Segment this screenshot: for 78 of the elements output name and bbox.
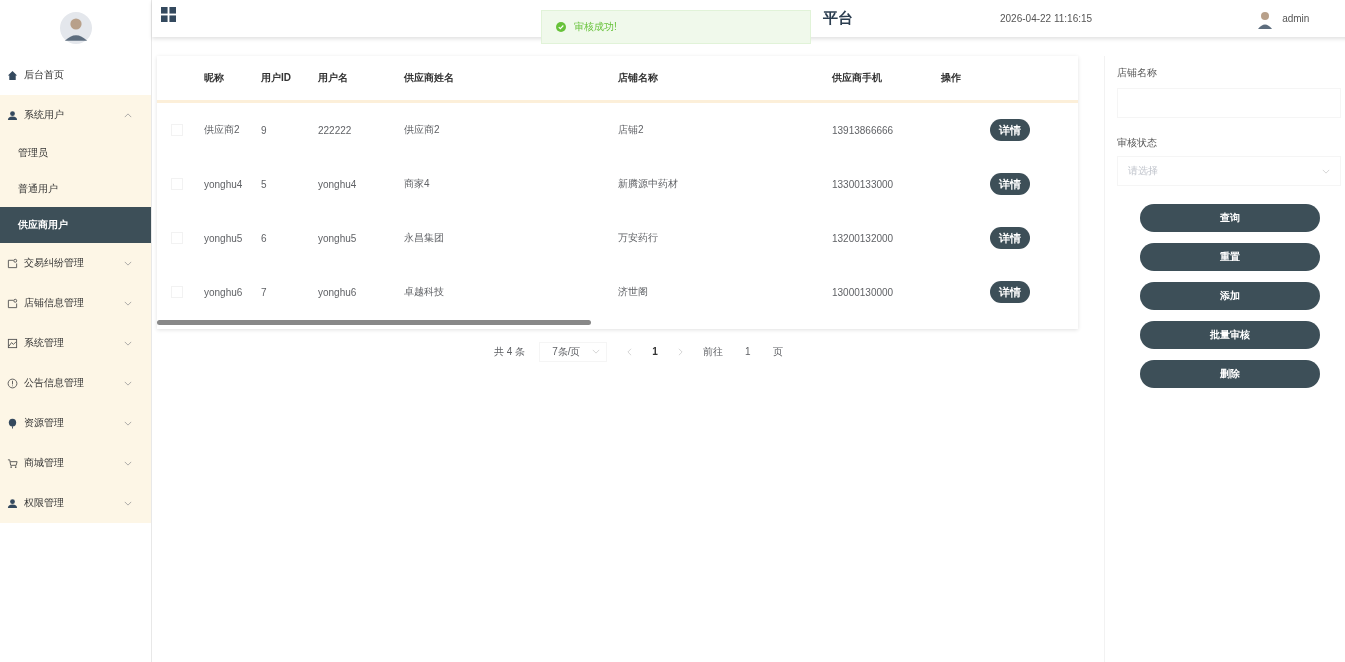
action-button[interactable]: 重置	[1140, 243, 1320, 271]
table-cell-text: 13200132000	[831, 232, 895, 244]
sidebar-item[interactable]: 商城管理	[0, 443, 151, 483]
chevron-icon	[592, 349, 601, 354]
sidebar-subitem[interactable]: 管理员	[0, 135, 151, 171]
table-cell-text: 卓越科技	[403, 285, 445, 299]
sidebar-item[interactable]: 系统管理	[0, 323, 151, 363]
avatar	[59, 11, 92, 44]
table-cell-text: yonghu5	[203, 232, 244, 244]
sidebar-item[interactable]: 公告信息管理	[0, 363, 151, 403]
prev-icon[interactable]	[627, 347, 633, 356]
chevron-icon	[124, 380, 132, 386]
table-cell-text: 6	[260, 232, 268, 244]
column-header: 用户ID	[260, 71, 292, 85]
table-cell-text: 222222	[317, 124, 353, 136]
sidebar-item[interactable]: 交易纠纷管理	[0, 243, 151, 283]
sidebar-subitem[interactable]: 供应商用户	[0, 207, 151, 243]
table-cell-text: 店铺2	[617, 123, 645, 137]
table-cell-text: yonghu4	[317, 178, 358, 190]
table-cell-text: 济世阁	[617, 285, 649, 299]
page-size-select[interactable]: 7条/页	[539, 341, 608, 362]
table-cell-text: 万安药行	[617, 231, 659, 245]
detail-button[interactable]: 详情	[989, 173, 1030, 195]
table-cell-text: yonghu5	[317, 232, 358, 244]
goto-label: 前往	[702, 344, 723, 359]
table-cell-text: 9	[260, 124, 268, 136]
column-header: 操作	[940, 71, 962, 85]
chevron-icon	[124, 460, 132, 466]
detail-button[interactable]: 详情	[989, 281, 1030, 303]
column-header: 供应商姓名	[403, 71, 455, 85]
user-name: admin	[1282, 13, 1310, 24]
table-cell-text: 新腾源中药材	[617, 177, 679, 191]
sidebar-subitem[interactable]: 普通用户	[0, 171, 151, 207]
goto-suffix: 页	[772, 344, 783, 359]
app-title: 平台	[823, 9, 853, 28]
chevron-icon	[124, 340, 132, 346]
table-cell-text: yonghu6	[203, 286, 244, 298]
chevron-icon	[124, 420, 132, 426]
chevron-icon	[124, 500, 132, 506]
table-cell-text: 5	[260, 178, 268, 190]
datetime: 2026-04-22 11:16:15	[1000, 13, 1093, 24]
table-cell-text: 13000130000	[831, 286, 895, 298]
check-icon	[556, 22, 566, 32]
column-header: 昵称	[203, 71, 225, 85]
table-cell-text: 7	[260, 286, 268, 298]
chevron-icon	[124, 112, 132, 118]
table-cell-text: 供应商2	[203, 123, 241, 137]
action-button[interactable]: 批量审核	[1140, 321, 1320, 349]
next-icon[interactable]	[677, 347, 683, 356]
table-cell-text: 商家4	[403, 177, 431, 191]
sidebar-item[interactable]: 权限管理	[0, 483, 151, 523]
detail-button[interactable]: 详情	[989, 119, 1030, 141]
sidebar-item[interactable]: 资源管理	[0, 403, 151, 443]
column-header: 店铺名称	[617, 71, 659, 85]
total-count: 共 4 条	[494, 344, 526, 359]
column-header: 供应商手机	[831, 71, 883, 85]
chevron-icon	[1322, 168, 1330, 174]
page-number[interactable]: 1	[652, 346, 658, 357]
action-button[interactable]: 添加	[1140, 282, 1320, 310]
action-button[interactable]: 查询	[1140, 204, 1320, 232]
toast-message: 审核成功!	[574, 20, 617, 34]
sidebar-item[interactable]: 店铺信息管理	[0, 283, 151, 323]
table-cell-text: 13913866666	[831, 124, 895, 136]
chevron-icon	[124, 260, 132, 266]
field-label: 店铺名称	[1117, 66, 1158, 80]
sidebar-item[interactable]: 系统用户	[0, 95, 151, 135]
goto-field[interactable]: 1	[736, 346, 759, 357]
column-header: 用户名	[317, 71, 349, 85]
table-cell-text: 供应商2	[403, 123, 441, 137]
action-button[interactable]: 删除	[1140, 360, 1320, 388]
table-cell-text: yonghu6	[317, 286, 358, 298]
table-cell-text: yonghu4	[203, 178, 244, 190]
table-cell-text: 永昌集团	[403, 231, 445, 245]
field-label: 审核状态	[1117, 136, 1158, 150]
chevron-icon	[124, 300, 132, 306]
scrollbar[interactable]	[157, 320, 591, 325]
detail-button[interactable]: 详情	[989, 227, 1030, 249]
table-cell-text: 13300133000	[831, 178, 895, 190]
